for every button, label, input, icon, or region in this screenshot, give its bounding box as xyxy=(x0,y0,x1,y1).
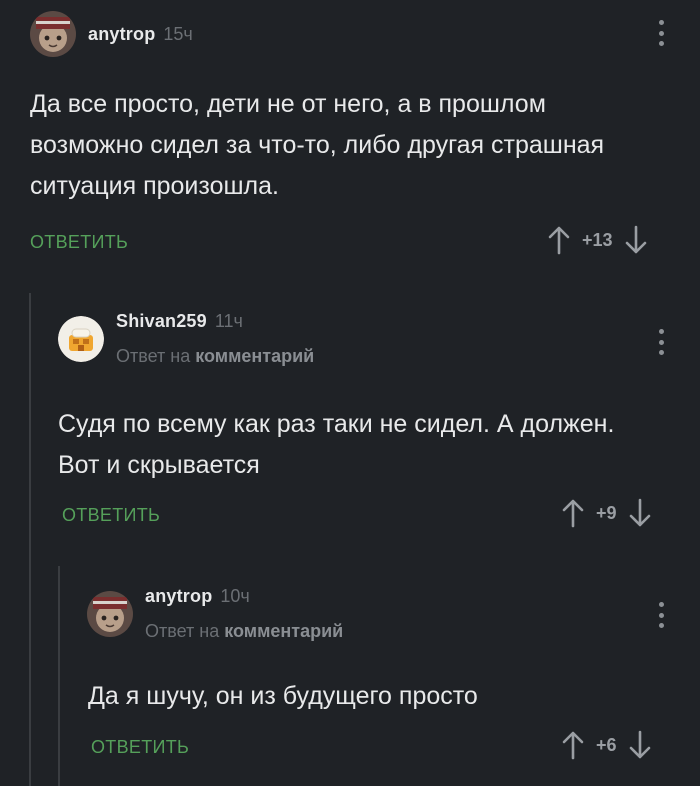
timestamp: 10ч xyxy=(220,586,250,606)
vote-controls: +13 xyxy=(548,225,647,255)
comment-text: Да все просто, дети не от него, а в прош… xyxy=(30,90,605,200)
avatar[interactable] xyxy=(87,591,133,637)
timestamp: 15ч xyxy=(163,23,193,44)
reply-button[interactable]: ОТВЕТИТЬ xyxy=(30,232,128,253)
comment-header: anytrop 10ч Ответ на комментарий xyxy=(87,586,343,642)
comment-meta: anytrop 10ч Ответ на комментарий xyxy=(145,586,343,642)
avatar[interactable] xyxy=(58,316,104,362)
author-name[interactable]: anytrop xyxy=(145,586,212,607)
more-vertical-icon[interactable] xyxy=(658,20,664,46)
comment-header: anytrop 15ч xyxy=(30,11,193,57)
arrow-down-icon[interactable] xyxy=(625,225,647,255)
more-vertical-icon[interactable] xyxy=(658,329,664,355)
author-name[interactable]: anytrop xyxy=(88,24,155,45)
arrow-up-icon[interactable] xyxy=(562,730,584,760)
reply-to-link[interactable]: комментарий xyxy=(195,346,314,366)
reply-button[interactable]: ОТВЕТИТЬ xyxy=(91,737,189,758)
comment-meta: anytrop 15ч xyxy=(88,24,193,45)
rating-score: +6 xyxy=(596,734,617,755)
thread-line-level-2 xyxy=(58,566,60,786)
rating-score: +13 xyxy=(582,229,613,250)
arrow-up-icon[interactable] xyxy=(548,225,570,255)
timestamp: 11ч xyxy=(214,311,243,331)
rating-score: +9 xyxy=(596,502,617,523)
thread-line-level-1 xyxy=(29,293,31,786)
author-name[interactable]: Shivan259 xyxy=(116,311,207,332)
arrow-up-icon[interactable] xyxy=(562,498,584,528)
comment-text: Да я шучу, он из будущего просто xyxy=(88,682,478,710)
reply-to-link[interactable]: комментарий xyxy=(224,621,343,641)
avatar[interactable] xyxy=(30,11,76,57)
vote-controls: +9 xyxy=(562,498,651,528)
vote-controls: +6 xyxy=(562,730,651,760)
comment-text: Судя по всему как раз таки не сидел. А д… xyxy=(58,410,615,479)
reply-to-prefix: Ответ на xyxy=(116,346,191,366)
reply-to-prefix: Ответ на xyxy=(145,621,220,641)
arrow-down-icon[interactable] xyxy=(629,498,651,528)
comment-meta: Shivan259 11ч Ответ на комментарий xyxy=(116,311,314,367)
reply-button[interactable]: ОТВЕТИТЬ xyxy=(62,505,160,526)
comment-header: Shivan259 11ч Ответ на комментарий xyxy=(58,311,314,367)
arrow-down-icon[interactable] xyxy=(629,730,651,760)
reply-to-line: Ответ на комментарий xyxy=(116,346,314,367)
reply-to-line: Ответ на комментарий xyxy=(145,621,343,642)
more-vertical-icon[interactable] xyxy=(658,602,664,628)
